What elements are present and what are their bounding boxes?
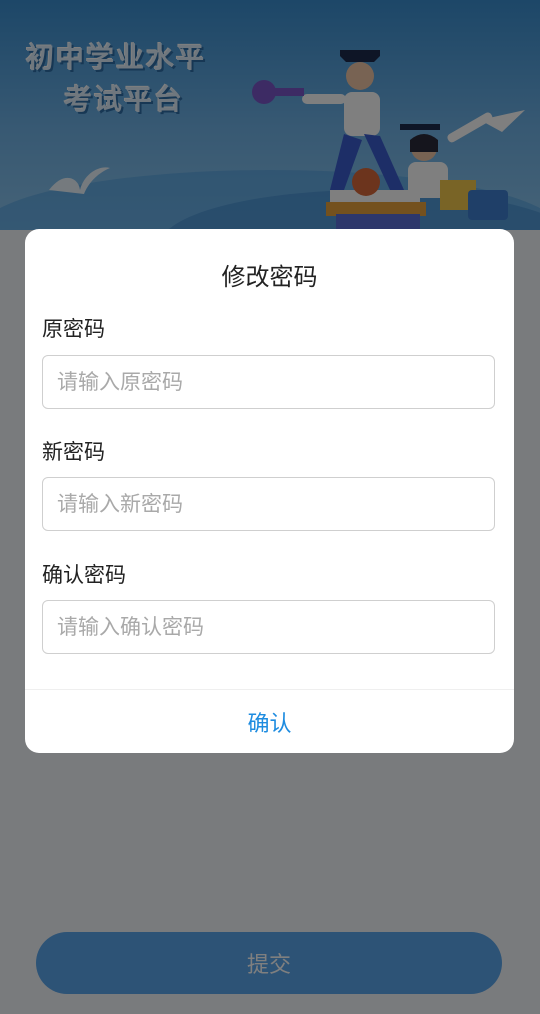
confirm-password-input[interactable] bbox=[42, 600, 495, 654]
confirm-button[interactable]: 确认 bbox=[25, 690, 514, 753]
dialog-title: 修改密码 bbox=[221, 263, 318, 291]
new-password-input[interactable] bbox=[42, 477, 495, 531]
change-password-dialog: 修改密码 原密码 新密码 确认密码 确认 bbox=[25, 229, 514, 753]
old-password-label: 原密码 bbox=[42, 317, 105, 341]
old-password-input[interactable] bbox=[42, 355, 495, 409]
new-password-label: 新密码 bbox=[42, 440, 105, 464]
confirm-password-label: 确认密码 bbox=[42, 563, 126, 587]
